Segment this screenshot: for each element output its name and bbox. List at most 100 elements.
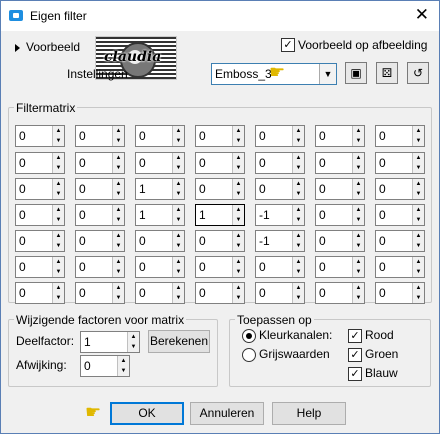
matrix-cell-stepper[interactable]: ▲ ▼	[52, 257, 64, 277]
matrix-cell-stepper[interactable]: ▲ ▼	[352, 126, 364, 146]
blue-checkbox[interactable]: ✓	[348, 367, 362, 381]
matrix-cell-1-6[interactable]: 0 ▲ ▼	[375, 152, 425, 174]
matrix-cell-stepper[interactable]: ▲ ▼	[292, 126, 304, 146]
matrix-cell-stepper[interactable]: ▲ ▼	[292, 257, 304, 277]
matrix-cell-1-0[interactable]: 0 ▲ ▼	[15, 152, 65, 174]
matrix-cell-stepper[interactable]: ▲ ▼	[112, 257, 124, 277]
bias-spinbox[interactable]: 0 ▲ ▼	[80, 355, 130, 377]
matrix-cell-stepper[interactable]: ▲ ▼	[232, 205, 244, 225]
matrix-cell-stepper[interactable]: ▲ ▼	[412, 231, 424, 251]
matrix-cell-1-5[interactable]: 0 ▲ ▼	[315, 152, 365, 174]
matrix-cell-stepper[interactable]: ▲ ▼	[232, 283, 244, 303]
preview-on-image-checkbox[interactable]: ✓	[281, 38, 295, 52]
matrix-cell-stepper[interactable]: ▲ ▼	[292, 179, 304, 199]
matrix-cell-0-5[interactable]: 0 ▲ ▼	[315, 125, 365, 147]
grayscale-radio[interactable]	[242, 348, 256, 362]
matrix-cell-stepper[interactable]: ▲ ▼	[292, 205, 304, 225]
matrix-cell-4-3[interactable]: 0 ▲ ▼	[195, 230, 245, 252]
matrix-cell-stepper[interactable]: ▲ ▼	[52, 126, 64, 146]
matrix-cell-6-1[interactable]: 0 ▲ ▼	[75, 282, 125, 304]
matrix-cell-3-4[interactable]: -1 ▲ ▼	[255, 204, 305, 226]
matrix-cell-4-1[interactable]: 0 ▲ ▼	[75, 230, 125, 252]
matrix-cell-6-4[interactable]: 0 ▲ ▼	[255, 282, 305, 304]
matrix-cell-2-4[interactable]: 0 ▲ ▼	[255, 178, 305, 200]
matrix-cell-stepper[interactable]: ▲ ▼	[112, 179, 124, 199]
matrix-cell-3-1[interactable]: 0 ▲ ▼	[75, 204, 125, 226]
matrix-cell-2-3[interactable]: 0 ▲ ▼	[195, 178, 245, 200]
matrix-cell-stepper[interactable]: ▲ ▼	[52, 153, 64, 173]
matrix-cell-3-5[interactable]: 0 ▲ ▼	[315, 204, 365, 226]
matrix-cell-1-2[interactable]: 0 ▲ ▼	[135, 152, 185, 174]
matrix-cell-2-0[interactable]: 0 ▲ ▼	[15, 178, 65, 200]
matrix-cell-1-1[interactable]: 0 ▲ ▼	[75, 152, 125, 174]
matrix-cell-2-5[interactable]: 0 ▲ ▼	[315, 178, 365, 200]
matrix-cell-stepper[interactable]: ▲ ▼	[112, 153, 124, 173]
matrix-cell-stepper[interactable]: ▲ ▼	[292, 153, 304, 173]
matrix-cell-stepper[interactable]: ▲ ▼	[352, 283, 364, 303]
matrix-cell-stepper[interactable]: ▲ ▼	[232, 126, 244, 146]
matrix-cell-0-4[interactable]: 0 ▲ ▼	[255, 125, 305, 147]
matrix-cell-1-3[interactable]: 0 ▲ ▼	[195, 152, 245, 174]
matrix-cell-4-5[interactable]: 0 ▲ ▼	[315, 230, 365, 252]
matrix-cell-stepper[interactable]: ▲ ▼	[52, 179, 64, 199]
matrix-cell-stepper[interactable]: ▲ ▼	[172, 179, 184, 199]
reset-button[interactable]: ↺	[407, 62, 429, 84]
matrix-cell-stepper[interactable]: ▲ ▼	[172, 257, 184, 277]
ok-button[interactable]: OK	[110, 402, 184, 425]
matrix-cell-5-6[interactable]: 0 ▲ ▼	[375, 256, 425, 278]
matrix-cell-6-6[interactable]: 0 ▲ ▼	[375, 282, 425, 304]
chevron-down-icon[interactable]: ▼	[319, 64, 336, 84]
matrix-cell-3-6[interactable]: 0 ▲ ▼	[375, 204, 425, 226]
matrix-cell-stepper[interactable]: ▲ ▼	[412, 205, 424, 225]
matrix-cell-0-1[interactable]: 0 ▲ ▼	[75, 125, 125, 147]
matrix-cell-stepper[interactable]: ▲ ▼	[352, 179, 364, 199]
matrix-cell-stepper[interactable]: ▲ ▼	[172, 231, 184, 251]
matrix-cell-stepper[interactable]: ▲ ▼	[292, 283, 304, 303]
matrix-cell-2-2[interactable]: 1 ▲ ▼	[135, 178, 185, 200]
matrix-cell-1-4[interactable]: 0 ▲ ▼	[255, 152, 305, 174]
matrix-cell-0-6[interactable]: 0 ▲ ▼	[375, 125, 425, 147]
matrix-cell-stepper[interactable]: ▲ ▼	[232, 153, 244, 173]
matrix-cell-stepper[interactable]: ▲ ▼	[412, 283, 424, 303]
matrix-cell-2-1[interactable]: 0 ▲ ▼	[75, 178, 125, 200]
matrix-cell-2-6[interactable]: 0 ▲ ▼	[375, 178, 425, 200]
cancel-button[interactable]: Annuleren	[190, 402, 264, 425]
matrix-cell-stepper[interactable]: ▲ ▼	[112, 126, 124, 146]
matrix-cell-stepper[interactable]: ▲ ▼	[352, 231, 364, 251]
matrix-cell-4-2[interactable]: 0 ▲ ▼	[135, 230, 185, 252]
matrix-cell-4-4[interactable]: -1 ▲ ▼	[255, 230, 305, 252]
color-channels-radio[interactable]	[242, 329, 256, 343]
green-checkbox[interactable]: ✓	[348, 348, 362, 362]
matrix-cell-stepper[interactable]: ▲ ▼	[232, 257, 244, 277]
matrix-cell-0-3[interactable]: 0 ▲ ▼	[195, 125, 245, 147]
matrix-cell-stepper[interactable]: ▲ ▼	[352, 257, 364, 277]
matrix-cell-stepper[interactable]: ▲ ▼	[52, 231, 64, 251]
matrix-cell-6-3[interactable]: 0 ▲ ▼	[195, 282, 245, 304]
matrix-cell-0-2[interactable]: 0 ▲ ▼	[135, 125, 185, 147]
matrix-cell-stepper[interactable]: ▲ ▼	[112, 231, 124, 251]
matrix-cell-stepper[interactable]: ▲ ▼	[172, 205, 184, 225]
matrix-cell-4-0[interactable]: 0 ▲ ▼	[15, 230, 65, 252]
matrix-cell-stepper[interactable]: ▲ ▼	[172, 126, 184, 146]
divisor-stepper[interactable]: ▲ ▼	[127, 332, 139, 352]
matrix-cell-stepper[interactable]: ▲ ▼	[172, 153, 184, 173]
matrix-cell-3-2[interactable]: 1 ▲ ▼	[135, 204, 185, 226]
matrix-cell-stepper[interactable]: ▲ ▼	[232, 179, 244, 199]
matrix-cell-6-0[interactable]: 0 ▲ ▼	[15, 282, 65, 304]
matrix-cell-4-6[interactable]: 0 ▲ ▼	[375, 230, 425, 252]
matrix-cell-stepper[interactable]: ▲ ▼	[412, 126, 424, 146]
matrix-cell-6-5[interactable]: 0 ▲ ▼	[315, 282, 365, 304]
matrix-cell-5-5[interactable]: 0 ▲ ▼	[315, 256, 365, 278]
bias-stepper[interactable]: ▲ ▼	[117, 356, 129, 376]
matrix-cell-stepper[interactable]: ▲ ▼	[52, 205, 64, 225]
matrix-cell-stepper[interactable]: ▲ ▼	[412, 179, 424, 199]
matrix-cell-5-0[interactable]: 0 ▲ ▼	[15, 256, 65, 278]
matrix-cell-3-3[interactable]: 1 ▲ ▼	[195, 204, 245, 226]
matrix-cell-5-1[interactable]: 0 ▲ ▼	[75, 256, 125, 278]
matrix-cell-5-4[interactable]: 0 ▲ ▼	[255, 256, 305, 278]
close-icon[interactable]: ✕	[415, 6, 429, 24]
help-button[interactable]: Help	[272, 402, 346, 425]
matrix-cell-3-0[interactable]: 0 ▲ ▼	[15, 204, 65, 226]
matrix-cell-stepper[interactable]: ▲ ▼	[232, 231, 244, 251]
matrix-cell-stepper[interactable]: ▲ ▼	[352, 205, 364, 225]
